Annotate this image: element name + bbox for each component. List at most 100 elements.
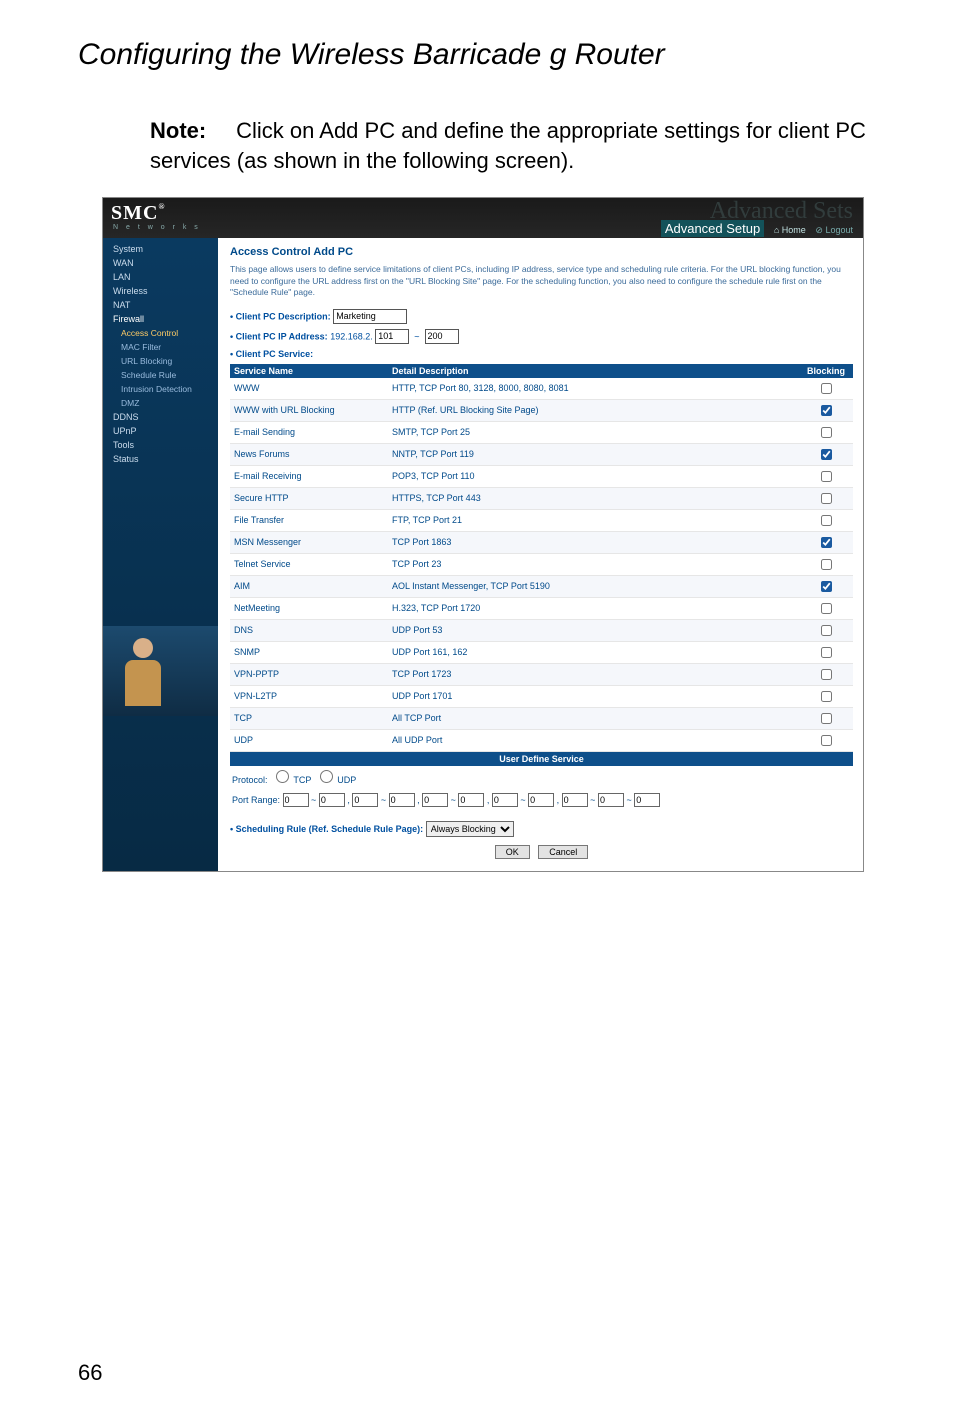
table-row: NetMeetingH.323, TCP Port 1720 [230, 597, 853, 619]
blocking-checkbox[interactable] [821, 383, 832, 394]
service-block-cell [799, 663, 853, 685]
table-row: VPN-PPTPTCP Port 1723 [230, 663, 853, 685]
logout-link[interactable]: ⊘ Logout [815, 225, 853, 235]
nav-lan[interactable]: LAN [103, 270, 218, 284]
port-from-input[interactable] [283, 793, 309, 807]
smc-logo: SMC® [111, 202, 165, 225]
service-name-cell: NetMeeting [230, 597, 388, 619]
nav-system[interactable]: System [103, 242, 218, 256]
service-name-cell: SNMP [230, 641, 388, 663]
nav-intrusion[interactable]: Intrusion Detection [103, 382, 218, 396]
blocking-checkbox[interactable] [821, 471, 832, 482]
client-desc-field: • Client PC Description: [230, 309, 853, 324]
client-ip-from-input[interactable] [375, 329, 409, 344]
service-name-cell: News Forums [230, 443, 388, 465]
blocking-checkbox[interactable] [821, 515, 832, 526]
port-to-input[interactable] [598, 793, 624, 807]
blocking-checkbox[interactable] [821, 669, 832, 680]
blocking-checkbox[interactable] [821, 405, 832, 416]
port-to-input[interactable] [319, 793, 345, 807]
port-extra-input[interactable] [634, 793, 660, 807]
blocking-checkbox[interactable] [821, 735, 832, 746]
service-detail-cell: TCP Port 1863 [388, 531, 799, 553]
nav-schedule-rule[interactable]: Schedule Rule [103, 368, 218, 382]
nav-wan[interactable]: WAN [103, 256, 218, 270]
service-block-cell [799, 531, 853, 553]
nav-tools[interactable]: Tools [103, 438, 218, 452]
table-row: Telnet ServiceTCP Port 23 [230, 553, 853, 575]
page-title: Configuring the Wireless Barricade g Rou… [78, 38, 954, 72]
nav-upnp[interactable]: UPnP [103, 424, 218, 438]
service-name-cell: VPN-L2TP [230, 685, 388, 707]
blocking-checkbox[interactable] [821, 449, 832, 460]
port-from-input[interactable] [422, 793, 448, 807]
note-label: Note: [150, 116, 230, 146]
service-block-cell [799, 575, 853, 597]
table-row: E-mail SendingSMTP, TCP Port 25 [230, 421, 853, 443]
protocol-row: Protocol: TCP UDP [230, 766, 853, 789]
table-row: VPN-L2TPUDP Port 1701 [230, 685, 853, 707]
blocking-checkbox[interactable] [821, 493, 832, 504]
client-ip-to-input[interactable] [425, 329, 459, 344]
protocol-udp-radio[interactable] [320, 770, 333, 783]
port-from-input[interactable] [562, 793, 588, 807]
nav-dmz[interactable]: DMZ [103, 396, 218, 410]
blocking-checkbox[interactable] [821, 427, 832, 438]
port-to-input[interactable] [528, 793, 554, 807]
port-range-row: Port Range: ~ , ~ , ~ , ~ , ~ ~ [230, 789, 853, 811]
logo-registered: ® [158, 202, 165, 211]
client-desc-input[interactable] [333, 309, 407, 324]
blocking-checkbox[interactable] [821, 647, 832, 658]
service-detail-cell: All UDP Port [388, 729, 799, 751]
schedule-select[interactable]: Always Blocking [426, 821, 514, 837]
nav-status[interactable]: Status [103, 452, 218, 466]
service-name-cell: UDP [230, 729, 388, 751]
blocking-checkbox[interactable] [821, 537, 832, 548]
service-detail-cell: HTTP, TCP Port 80, 3128, 8000, 8080, 808… [388, 378, 799, 400]
port-to-input[interactable] [389, 793, 415, 807]
service-block-cell [799, 707, 853, 729]
nav-nat[interactable]: NAT [103, 298, 218, 312]
service-detail-cell: FTP, TCP Port 21 [388, 509, 799, 531]
th-blocking: Blocking [799, 364, 853, 378]
table-row: Secure HTTPHTTPS, TCP Port 443 [230, 487, 853, 509]
router-screenshot: SMC® N e t w o r k s Advanced Sets Advan… [102, 197, 864, 871]
ok-button[interactable]: OK [495, 845, 530, 859]
port-from-input[interactable] [352, 793, 378, 807]
header-right: Advanced Setup ⌂ Home ⊘ Logout [661, 221, 853, 236]
port-from-input[interactable] [492, 793, 518, 807]
port-range-label: Port Range: [232, 795, 280, 805]
nav-ddns[interactable]: DDNS [103, 410, 218, 424]
service-detail-cell: H.323, TCP Port 1720 [388, 597, 799, 619]
service-name-cell: Telnet Service [230, 553, 388, 575]
protocol-tcp-label: TCP [293, 775, 311, 785]
client-service-label-row: • Client PC Service: [230, 349, 853, 359]
blocking-checkbox[interactable] [821, 581, 832, 592]
blocking-checkbox[interactable] [821, 691, 832, 702]
blocking-checkbox[interactable] [821, 713, 832, 724]
main-description: This page allows users to define service… [230, 264, 853, 298]
blocking-checkbox[interactable] [821, 603, 832, 614]
service-detail-cell: HTTP (Ref. URL Blocking Site Page) [388, 399, 799, 421]
schedule-label: • Scheduling Rule (Ref. Schedule Rule Pa… [230, 824, 423, 834]
service-name-cell: DNS [230, 619, 388, 641]
protocol-tcp-radio[interactable] [276, 770, 289, 783]
port-to-input[interactable] [458, 793, 484, 807]
blocking-checkbox[interactable] [821, 625, 832, 636]
home-link[interactable]: ⌂ Home [774, 225, 806, 235]
service-block-cell [799, 619, 853, 641]
client-ip-label: • Client PC IP Address: [230, 331, 328, 341]
service-block-cell [799, 641, 853, 663]
service-name-cell: E-mail Receiving [230, 465, 388, 487]
nav-wireless[interactable]: Wireless [103, 284, 218, 298]
cancel-button[interactable]: Cancel [538, 845, 588, 859]
table-row: E-mail ReceivingPOP3, TCP Port 110 [230, 465, 853, 487]
nav-url-blocking[interactable]: URL Blocking [103, 354, 218, 368]
nav-mac-filter[interactable]: MAC Filter [103, 340, 218, 354]
service-block-cell [799, 685, 853, 707]
blocking-checkbox[interactable] [821, 559, 832, 570]
nav-firewall[interactable]: Firewall [103, 312, 218, 326]
nav-access-control[interactable]: Access Control [103, 326, 218, 340]
th-detail-desc: Detail Description [388, 364, 799, 378]
advanced-setup-label: Advanced Setup [661, 220, 764, 237]
